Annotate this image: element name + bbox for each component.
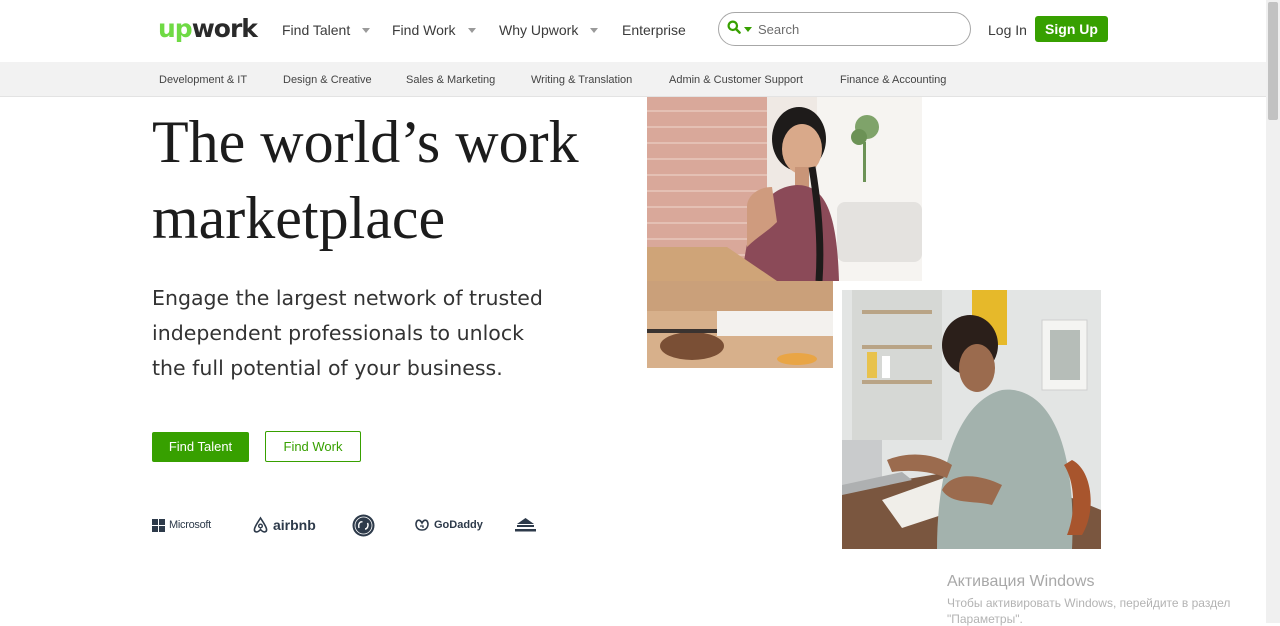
windows-activation-line2: "Параметры". xyxy=(947,612,1023,626)
chevron-down-icon[interactable] xyxy=(744,26,752,32)
nav-enterprise-label: Enterprise xyxy=(622,22,686,38)
hero-subtitle: Engage the largest network of trusted in… xyxy=(152,281,572,386)
nav-find-talent-label: Find Talent xyxy=(282,22,351,38)
windows-activation-title: Активация Windows xyxy=(947,573,1095,590)
nav-find-talent[interactable]: Find Talent xyxy=(282,20,371,40)
chevron-down-icon xyxy=(590,27,599,33)
category-finance-accounting[interactable]: Finance & Accounting xyxy=(840,72,946,88)
pg-logo xyxy=(514,514,537,536)
microsoft-logo: Microsoft xyxy=(152,514,211,536)
hero-subtitle-line3: the full potential of your business. xyxy=(152,356,503,380)
category-bar: Development & IT Design & Creative Sales… xyxy=(0,62,1266,97)
airbnb-logo: airbnb xyxy=(252,514,316,536)
hero-title: The world’s work marketplace xyxy=(152,104,632,256)
godaddy-logo: GoDaddy xyxy=(414,514,483,536)
chevron-down-icon xyxy=(467,27,476,33)
freelancer-man-photo xyxy=(842,290,1101,549)
godaddy-wordmark: GoDaddy xyxy=(434,519,483,531)
scrollbar-thumb[interactable] xyxy=(1268,2,1278,120)
ge-monogram-icon xyxy=(352,514,375,536)
chevron-down-icon xyxy=(362,27,371,33)
category-design-creative[interactable]: Design & Creative xyxy=(283,72,372,88)
freelancer-woman-photo xyxy=(647,97,922,281)
upwork-logo[interactable]: upwork xyxy=(158,12,258,46)
search-icon[interactable] xyxy=(727,20,741,39)
category-development-it[interactable]: Development & IT xyxy=(159,72,247,88)
nav-why-upwork[interactable]: Why Upwork xyxy=(499,20,599,40)
airbnb-wordmark: airbnb xyxy=(273,517,316,533)
nav-find-work-label: Find Work xyxy=(392,22,456,38)
airbnb-belo-icon xyxy=(253,516,268,533)
search-bar[interactable] xyxy=(718,12,971,46)
page-scrollbar[interactable] xyxy=(1266,0,1280,623)
login-link[interactable]: Log In xyxy=(988,20,1027,40)
signup-button[interactable]: Sign Up xyxy=(1035,16,1108,42)
find-talent-button[interactable]: Find Talent xyxy=(152,432,249,462)
hero-title-line1: The world’s work xyxy=(152,109,579,175)
search-input[interactable] xyxy=(756,20,946,38)
hero-subtitle-line2: independent professionals to unlock xyxy=(152,321,524,345)
ge-logo xyxy=(352,514,375,536)
category-admin-customer-support[interactable]: Admin & Customer Support xyxy=(669,72,803,88)
hero-subtitle-line1: Engage the largest network of trusted xyxy=(152,286,543,310)
find-work-button[interactable]: Find Work xyxy=(265,431,361,462)
top-navigation: upwork Find Talent Find Work Why Upwork … xyxy=(0,0,1266,62)
nav-enterprise[interactable]: Enterprise xyxy=(622,20,686,40)
microsoft-wordmark: Microsoft xyxy=(169,519,211,531)
windows-activation-line1: Чтобы активировать Windows, перейдите в … xyxy=(947,596,1231,610)
hero-title-line2: marketplace xyxy=(152,185,446,251)
category-writing-translation[interactable]: Writing & Translation xyxy=(531,72,632,88)
nav-find-work[interactable]: Find Work xyxy=(392,20,476,40)
brand-emblem-icon xyxy=(515,518,536,532)
freelancer-woman-photo-desk xyxy=(647,281,833,368)
godaddy-icon xyxy=(415,519,429,531)
microsoft-windows-icon xyxy=(152,518,165,532)
nav-why-upwork-label: Why Upwork xyxy=(499,22,579,38)
category-sales-marketing[interactable]: Sales & Marketing xyxy=(406,72,495,88)
